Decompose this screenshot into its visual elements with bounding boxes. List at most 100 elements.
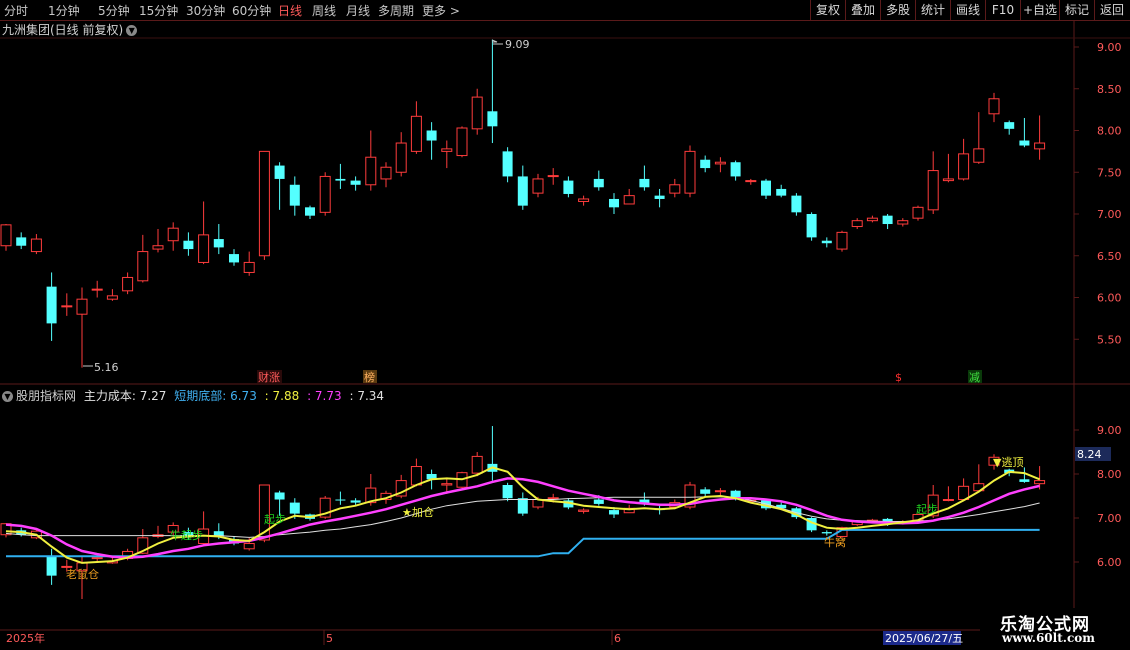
candle-body <box>319 175 331 213</box>
candle-body <box>471 96 483 130</box>
candle-body <box>152 245 164 250</box>
price-tick-label: 8.00 <box>1097 125 1122 138</box>
candle-body <box>380 166 392 180</box>
main-candles <box>0 39 1046 368</box>
candle-body <box>547 497 559 500</box>
candle-body <box>714 490 726 493</box>
price-axis: 9.00 8.50 8.00 7.50 7.00 6.50 6.00 5.50 <box>1074 41 1122 346</box>
candle-body <box>426 130 437 141</box>
date-label: 2025年 <box>6 631 45 645</box>
candle-body <box>761 180 771 196</box>
candle-body <box>563 180 574 194</box>
candle-body <box>61 305 73 308</box>
candle-body <box>213 531 224 536</box>
candle-body <box>776 188 787 196</box>
date-label: 6 <box>614 632 621 645</box>
candle-body <box>137 251 149 282</box>
candle-body <box>243 261 255 273</box>
signal-label: 老鼠仓 <box>66 567 99 581</box>
event-marker: 榜 <box>364 370 375 384</box>
candle-body <box>441 483 453 486</box>
price-tick-label: 6.50 <box>1097 250 1122 263</box>
watermark-url: www.60lt.com <box>1002 631 1095 645</box>
candle-body <box>700 489 711 494</box>
candle-body <box>229 254 239 263</box>
event-marker: 减 <box>969 371 980 384</box>
candle-body <box>46 556 57 576</box>
candle-body <box>350 180 361 185</box>
indicator-tick-label: 9.00 <box>1097 424 1122 437</box>
candle-body <box>395 142 407 173</box>
kline-chart[interactable]: 9.00 8.50 8.00 7.50 7.00 6.50 6.00 5.50 9.00 8.0… <box>0 0 1130 650</box>
candle-body <box>684 150 696 194</box>
price-tick-label: 8.50 <box>1097 83 1122 96</box>
candle-body <box>669 184 681 194</box>
candle-body <box>410 115 422 152</box>
candle-body <box>745 180 757 183</box>
candle-body <box>639 178 650 188</box>
candle-body <box>183 240 194 250</box>
candle-body <box>958 153 970 180</box>
candle-body <box>609 198 619 208</box>
candle-body <box>836 231 848 250</box>
candle-body <box>654 195 665 199</box>
candle-body <box>502 151 513 177</box>
slow-line <box>5 477 1040 559</box>
candle-body <box>821 532 832 534</box>
candle-body <box>91 557 103 560</box>
candle-body <box>305 207 315 216</box>
candle-body <box>593 499 604 504</box>
current-value: 8.24 <box>1077 448 1102 461</box>
candle-body <box>122 276 134 292</box>
signal-label: 牛窝 <box>824 535 846 549</box>
candle-body <box>851 220 863 228</box>
candle-body <box>289 184 300 206</box>
candle-body <box>274 165 285 179</box>
indicator-tick-label: 6.00 <box>1097 556 1122 569</box>
candle-body <box>471 455 483 474</box>
candle-body <box>106 295 118 300</box>
candle-body <box>1019 479 1030 482</box>
high-label: 9.09 <box>505 38 530 51</box>
indicator-tick-label: 8.00 <box>1097 468 1122 481</box>
candle-body <box>76 298 88 315</box>
candle-body <box>365 156 377 186</box>
current-date: 2025/06/27/五 <box>885 632 963 645</box>
candle-body <box>198 234 210 263</box>
candle-body <box>897 220 909 225</box>
candle-body <box>335 178 346 181</box>
candle-body <box>1034 480 1046 485</box>
signal-label: ▼逃顶 <box>993 456 1023 469</box>
date-label: 5 <box>326 632 333 645</box>
candle-body <box>942 499 954 502</box>
candle-body <box>274 492 285 500</box>
indicator-candles <box>0 426 1046 599</box>
candle-body <box>456 127 468 157</box>
candle-body <box>517 498 528 514</box>
price-tick-label: 7.00 <box>1097 208 1122 221</box>
candle-body <box>942 178 954 182</box>
candle-body <box>167 227 179 242</box>
candle-body <box>791 195 802 213</box>
candle-body <box>16 237 27 246</box>
candle-body <box>441 148 453 152</box>
candle-body <box>806 214 817 238</box>
price-tick-label: 6.00 <box>1097 292 1122 305</box>
price-tick-label: 5.50 <box>1097 333 1122 346</box>
signal-label: 起步 <box>916 503 938 516</box>
signal-label: ★加仓 <box>402 505 434 519</box>
candle-body <box>609 510 619 515</box>
candle-body <box>258 150 270 257</box>
candle-body <box>714 161 726 165</box>
candle-body <box>91 288 103 291</box>
candle-body <box>243 543 255 550</box>
candle-body <box>517 176 528 206</box>
candle-body <box>547 175 559 178</box>
indicator-axis: 9.00 8.00 7.00 6.00 <box>1074 424 1122 569</box>
candle-body <box>487 111 498 127</box>
event-marker: $ <box>895 371 902 384</box>
candle-body <box>927 170 939 211</box>
candle-body <box>866 217 878 222</box>
signal-label: 起步 <box>264 513 286 526</box>
candle-body <box>700 159 711 169</box>
